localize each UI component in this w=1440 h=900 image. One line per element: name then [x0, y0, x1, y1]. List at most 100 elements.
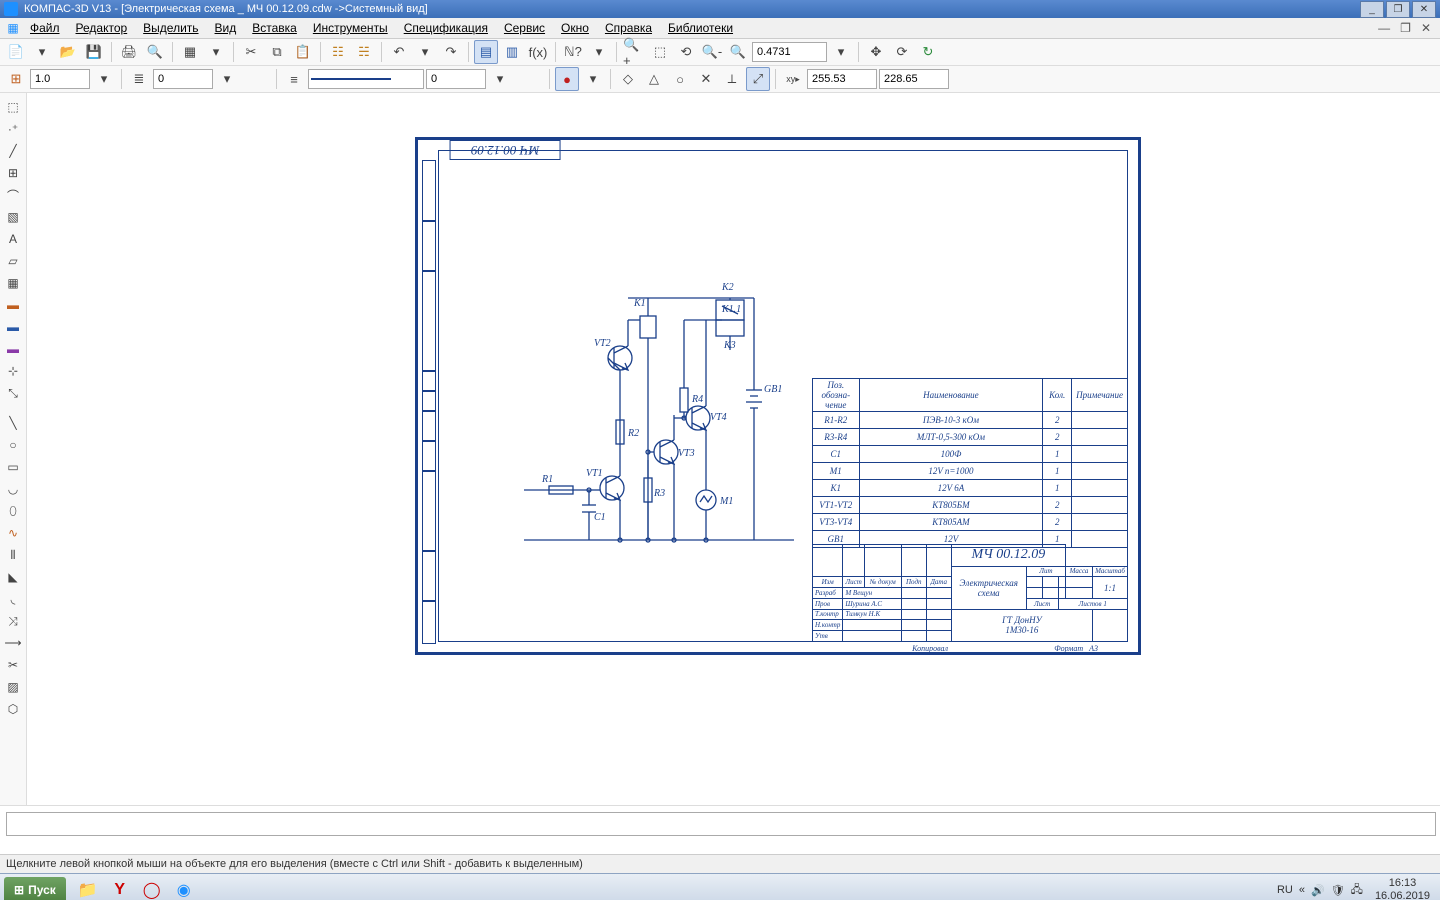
help-pointer-button[interactable]: ℕ?	[561, 40, 585, 64]
menu-spec[interactable]: Спецификация	[396, 19, 496, 37]
arc-button[interactable]: ⌒	[2, 185, 24, 205]
undo-button[interactable]: ↶	[387, 40, 411, 64]
redo-button[interactable]: ↷	[439, 40, 463, 64]
rect-button[interactable]: ▭	[2, 457, 24, 477]
open-button[interactable]: 📂	[56, 40, 80, 64]
restore-button[interactable]: ❐	[1386, 1, 1410, 18]
aux-button[interactable]: ⤡	[2, 383, 24, 403]
command-input[interactable]	[6, 812, 1436, 836]
orbit-button[interactable]: ⟳	[890, 40, 914, 64]
extend-button[interactable]: ⟶	[2, 633, 24, 653]
zoom-dropdown-icon[interactable]: ▾	[829, 40, 853, 64]
save-button[interactable]: 💾	[82, 40, 106, 64]
coord-x-input[interactable]	[807, 69, 877, 89]
manager-button[interactable]: ▤	[474, 40, 498, 64]
offset-button[interactable]: ⦀	[2, 545, 24, 565]
grid-button[interactable]: ⊞	[4, 67, 28, 91]
layer-dropdown-icon[interactable]: ▾	[215, 67, 239, 91]
state-combo[interactable]	[308, 69, 424, 89]
menu-help[interactable]: Справка	[597, 19, 660, 37]
start-button[interactable]: ⊞Пуск	[4, 877, 66, 900]
layer-input[interactable]	[153, 69, 213, 89]
snap-center-button[interactable]: ○	[668, 67, 692, 91]
snap-nearest-dropdown-icon[interactable]: ▾	[581, 67, 605, 91]
edit-color3-button[interactable]: ▬	[2, 339, 24, 359]
cutplane-dropdown-icon[interactable]: ▾	[204, 40, 228, 64]
hatch-button[interactable]: ▧	[2, 207, 24, 227]
copy-button[interactable]: ⧉	[265, 40, 289, 64]
lib-button[interactable]: ▥	[500, 40, 524, 64]
preview-button[interactable]: 🔍	[143, 40, 167, 64]
axis-button[interactable]: ⊹	[2, 361, 24, 381]
tray-chevron-icon[interactable]: «	[1299, 884, 1305, 896]
menu-select[interactable]: Выделить	[135, 19, 206, 37]
coords-button[interactable]: xy▸	[781, 67, 805, 91]
grid-dropdown-icon[interactable]: ▾	[92, 67, 116, 91]
snap-end-button[interactable]: ◇	[616, 67, 640, 91]
grid-step-input[interactable]	[30, 69, 90, 89]
fillet-button[interactable]: ◟	[2, 589, 24, 609]
text-button[interactable]: A	[2, 229, 24, 249]
zoom-window-button[interactable]: ⬚	[648, 40, 672, 64]
paste-button[interactable]: 📋	[291, 40, 315, 64]
refresh-button[interactable]: ↻	[916, 40, 940, 64]
tray-network-icon[interactable]: 🖧	[1351, 881, 1363, 900]
cut-button[interactable]: ✂	[239, 40, 263, 64]
language-indicator[interactable]: RU	[1277, 884, 1293, 896]
opera-icon[interactable]: ◯	[138, 877, 166, 900]
variables-button[interactable]: f(x)	[526, 40, 550, 64]
bound-button[interactable]: ⬡	[2, 699, 24, 719]
menu-editor[interactable]: Редактор	[68, 19, 136, 37]
dim-button[interactable]: ⊞	[2, 163, 24, 183]
zoom-prev-button[interactable]: ⟲	[674, 40, 698, 64]
zoom-out-button[interactable]: 🔍-	[700, 40, 724, 64]
snap-mid-button[interactable]: △	[642, 67, 666, 91]
segment-button[interactable]: ╲	[2, 413, 24, 433]
arc2-button[interactable]: ◡	[2, 479, 24, 499]
state-dropdown-icon[interactable]: ▾	[488, 67, 512, 91]
yandex-icon[interactable]: Y	[106, 877, 134, 900]
new-button[interactable]: 📄	[4, 40, 28, 64]
help-dropdown-icon[interactable]: ▾	[587, 40, 611, 64]
new-dropdown-icon[interactable]: ▾	[30, 40, 54, 64]
coord-y-input[interactable]	[879, 69, 949, 89]
mdi-minimize-button[interactable]: —	[1373, 21, 1395, 35]
snap-int-button[interactable]: ✕	[694, 67, 718, 91]
close-button[interactable]: ✕	[1412, 1, 1436, 18]
cutplane-button[interactable]: ▦	[178, 40, 202, 64]
ellipse-button[interactable]: ⬯	[2, 501, 24, 521]
menu-window[interactable]: Окно	[553, 19, 597, 37]
snap-tan-button[interactable]: ⤢	[746, 67, 770, 91]
menu-file[interactable]: Файл	[22, 19, 68, 37]
break-button[interactable]: ⤨	[2, 611, 24, 631]
chamfer-button[interactable]: ◣	[2, 567, 24, 587]
drawing-canvas[interactable]: МЧ 00.12.09	[27, 93, 1440, 805]
clock[interactable]: 16:13 16.06.2019	[1369, 877, 1436, 900]
line-button[interactable]: ╱	[2, 141, 24, 161]
menu-service[interactable]: Сервис	[496, 19, 553, 37]
properties-button[interactable]: ☷	[326, 40, 350, 64]
zoom-dyn-button[interactable]: 🔍	[726, 40, 750, 64]
mdi-close-button[interactable]: ✕	[1416, 21, 1436, 35]
menu-view[interactable]: Вид	[207, 19, 245, 37]
lead-button[interactable]: ▱	[2, 251, 24, 271]
minimize-button[interactable]: _	[1360, 1, 1384, 18]
menu-libraries[interactable]: Библиотеки	[660, 19, 741, 37]
pan-button[interactable]: ✥	[864, 40, 888, 64]
table-button[interactable]: ▦	[2, 273, 24, 293]
trim-button[interactable]: ✂	[2, 655, 24, 675]
zoom-scale-input[interactable]	[752, 42, 827, 62]
undo-dropdown-icon[interactable]: ▾	[413, 40, 437, 64]
explorer-icon[interactable]: 📁	[74, 877, 102, 900]
menu-insert[interactable]: Вставка	[244, 19, 305, 37]
mdi-restore-button[interactable]: ❐	[1395, 21, 1416, 35]
kompas-icon[interactable]: ◉	[170, 877, 198, 900]
snap-perp-button[interactable]: ⟂	[720, 67, 744, 91]
layers-button[interactable]: ≣	[127, 67, 151, 91]
edit-color2-button[interactable]: ▬	[2, 317, 24, 337]
tray-speaker-icon[interactable]: 🔊	[1311, 884, 1325, 897]
zoom-in-button[interactable]: 🔍+	[622, 40, 646, 64]
spline-button[interactable]: ∿	[2, 523, 24, 543]
geometry-button[interactable]: ⬚	[2, 97, 24, 117]
hatch2-button[interactable]: ▨	[2, 677, 24, 697]
